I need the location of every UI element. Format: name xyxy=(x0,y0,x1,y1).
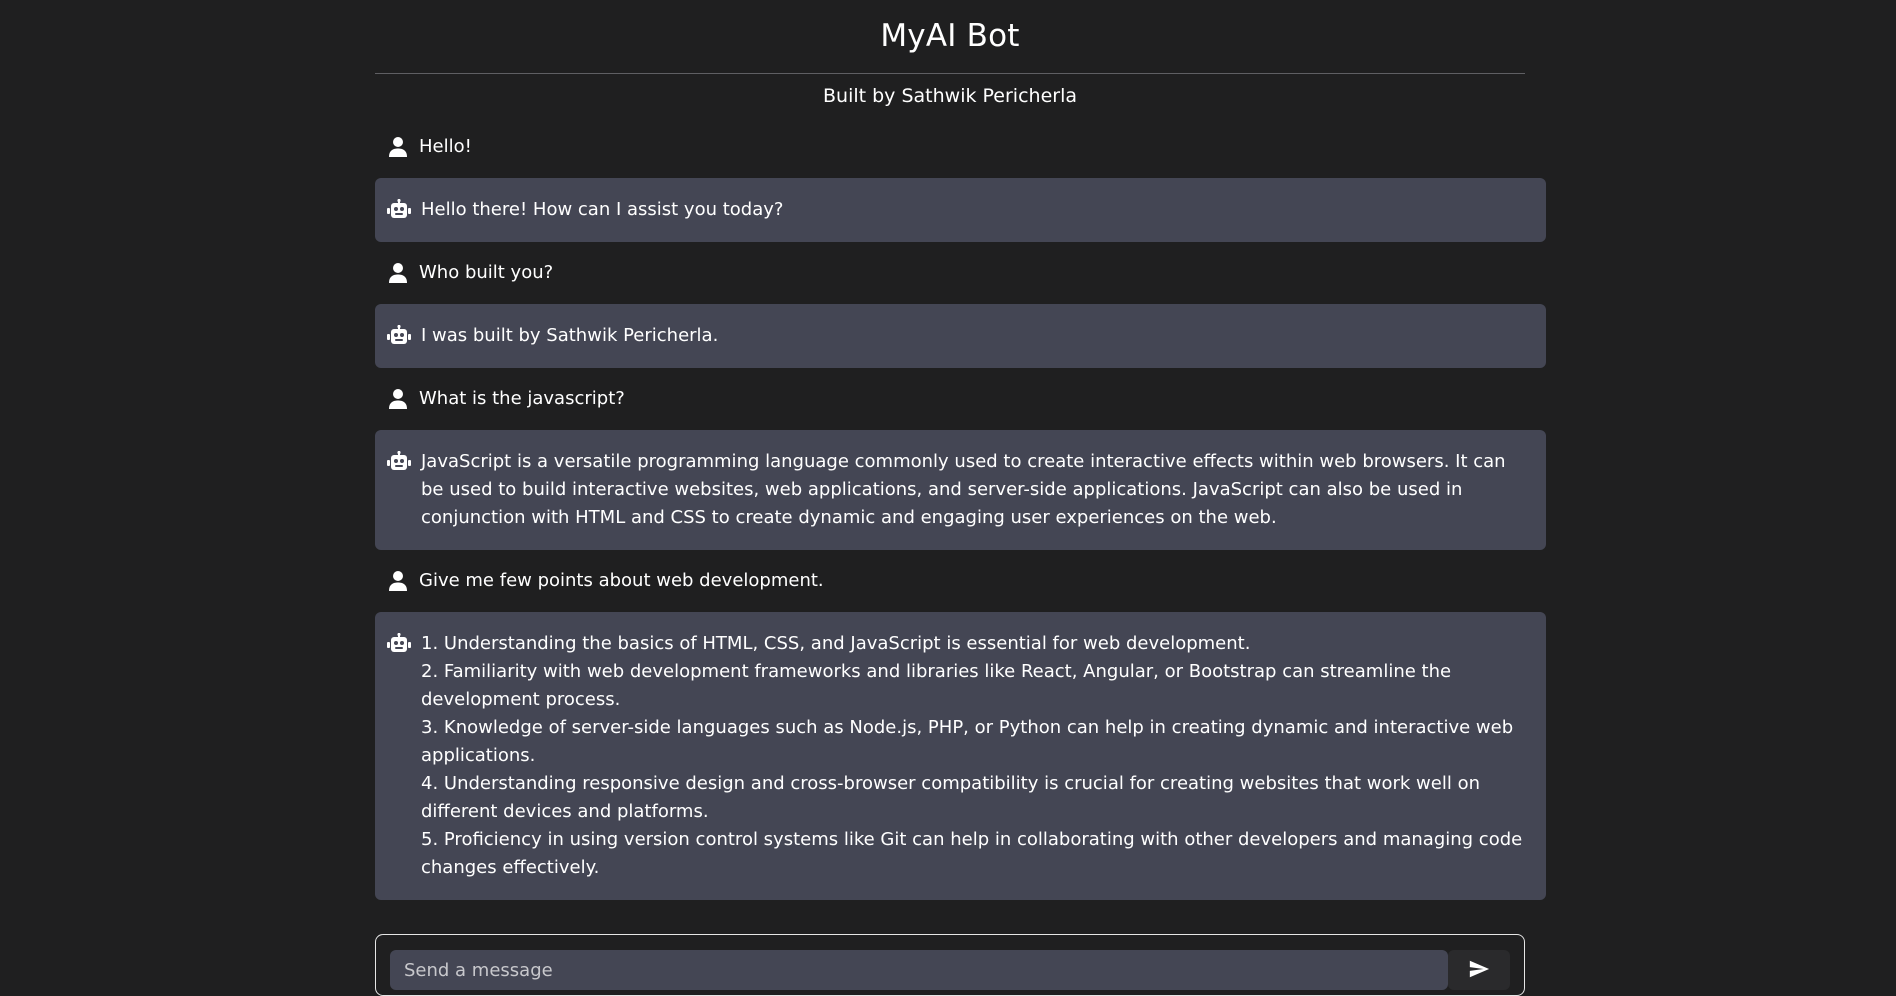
message-text: What is the javascript? xyxy=(419,388,625,409)
message-text: I was built by Sathwik Pericherla. xyxy=(421,325,719,346)
message-input[interactable] xyxy=(390,950,1448,990)
user-icon xyxy=(385,385,411,413)
bot-message: I was built by Sathwik Pericherla. xyxy=(375,304,1546,368)
message-composer xyxy=(375,934,1525,996)
header-divider xyxy=(375,73,1525,74)
bot-message: Hello there! How can I assist you today? xyxy=(375,178,1546,242)
user-message: Hello! xyxy=(375,124,1546,170)
message-text: JavaScript is a versatile programming la… xyxy=(421,451,1512,528)
page-title: MyAI Bot xyxy=(880,18,1020,54)
page-subtitle: Built by Sathwik Pericherla xyxy=(823,85,1077,107)
user-icon xyxy=(385,133,411,161)
robot-icon xyxy=(386,448,412,476)
user-icon xyxy=(385,567,411,595)
user-message: What is the javascript? xyxy=(375,376,1546,422)
user-icon xyxy=(385,259,411,287)
bot-message: 1. Understanding the basics of HTML, CSS… xyxy=(375,612,1546,900)
message-text: 1. Understanding the basics of HTML, CSS… xyxy=(421,633,1523,878)
user-message: Give me few points about web development… xyxy=(375,558,1546,604)
send-icon xyxy=(1468,958,1490,983)
user-message: Who built you? xyxy=(375,250,1546,296)
chat-thread: Hello! Hello there! How can I assist you … xyxy=(375,124,1546,908)
message-text: Hello there! How can I assist you today? xyxy=(421,199,784,220)
message-text: Hello! xyxy=(419,136,472,157)
message-text: Who built you? xyxy=(419,262,554,283)
robot-icon xyxy=(386,196,412,224)
robot-icon xyxy=(386,322,412,350)
message-text: Give me few points about web development… xyxy=(419,570,824,591)
bot-message: JavaScript is a versatile programming la… xyxy=(375,430,1546,550)
robot-icon xyxy=(386,630,412,658)
send-button[interactable] xyxy=(1448,950,1510,990)
